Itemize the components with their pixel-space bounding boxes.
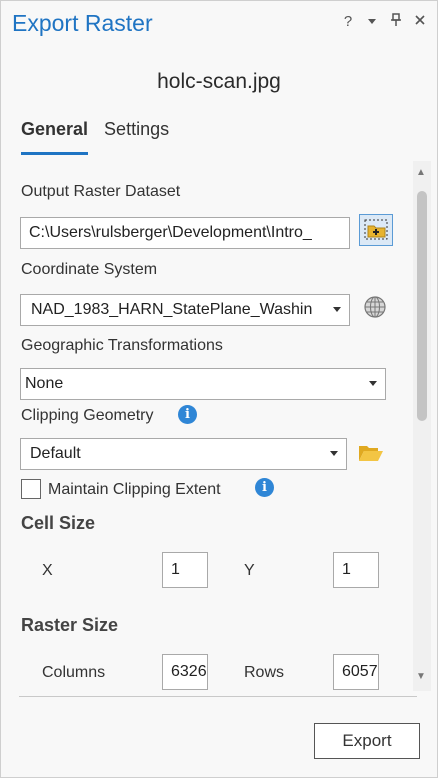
- scroll-down-icon[interactable]: ▼: [416, 671, 426, 682]
- geographic-transformations-value: None: [25, 375, 64, 392]
- clipping-geometry-label: Clipping Geometry: [21, 407, 154, 424]
- coordinate-system-select[interactable]: NAD_1983_HARN_StatePlane_Washin: [20, 294, 350, 326]
- pin-icon[interactable]: [389, 13, 403, 30]
- tab-general[interactable]: General: [21, 119, 89, 155]
- output-raster-field[interactable]: C:\Users\rulsberger\Development\Intro_: [20, 217, 350, 249]
- open-folder-icon[interactable]: [358, 443, 384, 468]
- geographic-transformations-select[interactable]: None: [20, 368, 386, 400]
- cell-size-x-input[interactable]: 1: [162, 552, 208, 588]
- close-icon[interactable]: [413, 14, 427, 29]
- info-icon[interactable]: i: [178, 405, 197, 424]
- maintain-clipping-label: Maintain Clipping Extent: [48, 481, 221, 498]
- maintain-clipping-checkbox[interactable]: [21, 479, 41, 499]
- geographic-transformations-label: Geographic Transformations: [21, 337, 223, 354]
- pane-title: Export Raster: [12, 10, 153, 36]
- clipping-geometry-value: Default: [30, 445, 81, 462]
- scroll-thumb[interactable]: [417, 191, 427, 421]
- columns-input[interactable]: 6326: [162, 654, 208, 690]
- export-button[interactable]: Export: [314, 723, 420, 759]
- help-icon[interactable]: ?: [341, 14, 355, 29]
- scroll-up-icon[interactable]: ▲: [416, 167, 426, 178]
- vertical-scrollbar[interactable]: ▲ ▼: [413, 161, 431, 691]
- tab-strip: General Settings: [21, 119, 169, 155]
- coordinate-system-label: Coordinate System: [21, 261, 158, 278]
- cell-size-y-input[interactable]: 1: [333, 552, 379, 588]
- globe-icon[interactable]: [363, 295, 387, 324]
- output-raster-label: Output Raster Dataset: [21, 183, 181, 200]
- rows-label: Rows: [244, 664, 285, 681]
- raster-size-heading: Raster Size: [21, 615, 119, 635]
- info-icon[interactable]: i: [255, 478, 274, 497]
- columns-label: Columns: [42, 664, 106, 681]
- browse-output-button[interactable]: [359, 214, 393, 246]
- titlebar-controls: ?: [341, 13, 427, 30]
- cell-size-x-label: X: [42, 562, 53, 579]
- rows-input[interactable]: 6057: [333, 654, 379, 690]
- coordinate-system-value: NAD_1983_HARN_StatePlane_Washin: [31, 301, 313, 318]
- chevron-down-icon: [333, 307, 341, 312]
- tab-settings[interactable]: Settings: [104, 119, 169, 149]
- clipping-geometry-select[interactable]: Default: [20, 438, 347, 470]
- cell-size-y-label: Y: [244, 562, 255, 579]
- pane-titlebar: Export Raster ?: [1, 1, 437, 53]
- chevron-down-icon: [330, 451, 338, 456]
- source-file-name: holc-scan.jpg: [157, 70, 281, 93]
- add-folder-icon: [364, 219, 388, 240]
- dropdown-menu-icon[interactable]: [365, 14, 379, 29]
- export-raster-pane: Export Raster ? holc-scan.jpg General Se…: [0, 0, 438, 778]
- footer-divider: [19, 696, 417, 697]
- chevron-down-icon: [369, 381, 377, 386]
- cell-size-heading: Cell Size: [21, 513, 96, 533]
